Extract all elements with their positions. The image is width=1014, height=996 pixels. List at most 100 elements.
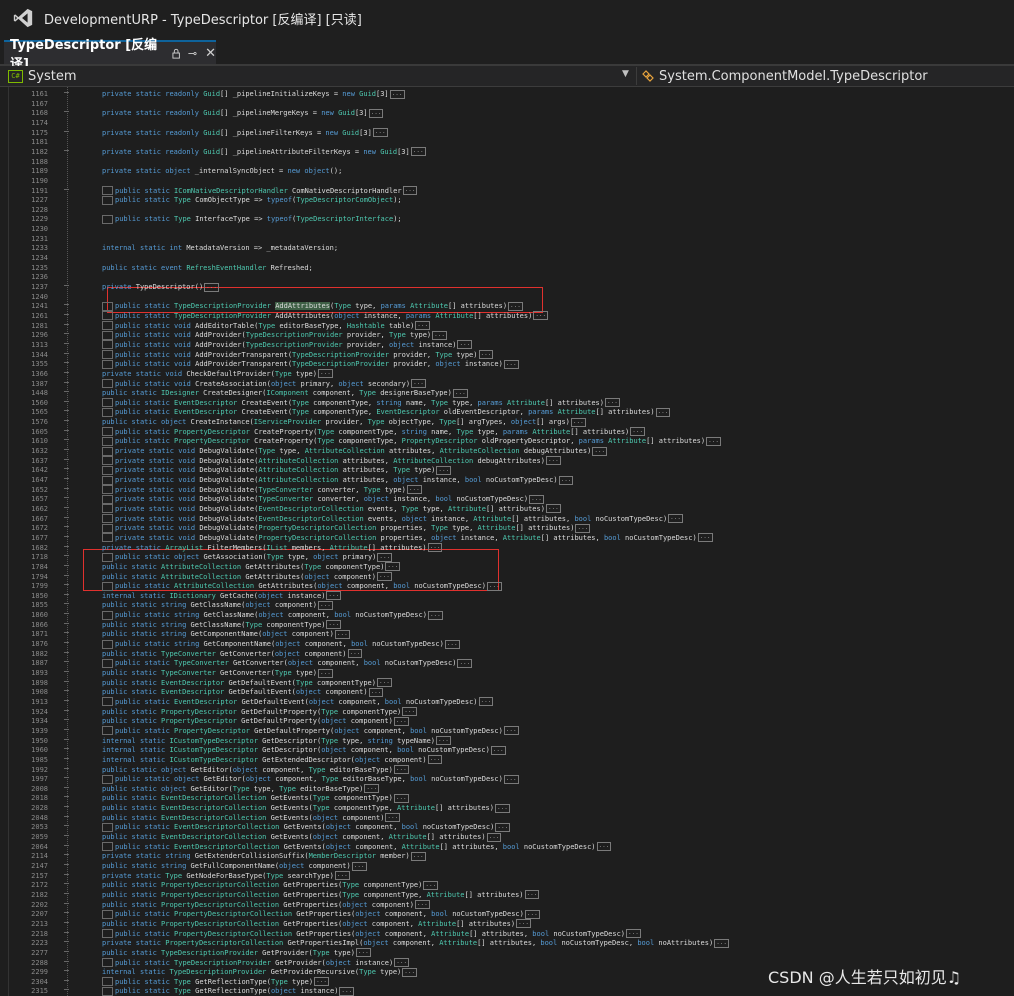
fold-marker[interactable] bbox=[64, 391, 69, 393]
code-editor[interactable]: 1161 private static readonly Guid[] _pipe… bbox=[0, 87, 1014, 996]
code-line[interactable]: 1866 public static string GetClassName(Ty… bbox=[0, 620, 1014, 630]
fold-marker[interactable] bbox=[64, 690, 69, 692]
code-line[interactable]: 1261 public static TypeDescriptionProvide… bbox=[0, 311, 1014, 321]
fold-marker[interactable] bbox=[64, 642, 69, 644]
fold-marker[interactable] bbox=[64, 902, 69, 904]
collapsed-body[interactable]: ... bbox=[478, 350, 494, 360]
collapsed-body[interactable]: ... bbox=[605, 398, 620, 408]
fold-marker[interactable] bbox=[64, 777, 69, 779]
code-line[interactable]: 1939 public static PropertyDescriptor Get… bbox=[0, 726, 1014, 736]
collapsed-body[interactable]: ... bbox=[516, 919, 531, 929]
collapsed-region-marker[interactable] bbox=[102, 359, 113, 369]
collapsed-body[interactable]: ... bbox=[402, 707, 418, 717]
code-line[interactable]: 1876 public static string GetComponentNam… bbox=[0, 639, 1014, 649]
collapsed-region-marker[interactable] bbox=[102, 465, 113, 475]
collapsed-region-marker[interactable] bbox=[102, 610, 113, 620]
collapsed-body[interactable]: ... bbox=[575, 523, 591, 533]
fold-marker[interactable] bbox=[64, 960, 69, 962]
collapsed-body[interactable]: ... bbox=[415, 321, 431, 331]
code-line[interactable]: 1784 public static AttributeCollection Ge… bbox=[0, 562, 1014, 572]
fold-marker[interactable] bbox=[64, 699, 69, 701]
collapsed-body[interactable]: ... bbox=[423, 880, 439, 890]
fold-marker[interactable] bbox=[64, 864, 69, 865]
collapsed-body[interactable]: ... bbox=[503, 359, 519, 369]
code-line[interactable]: 1860 public static string GetClassName(ob… bbox=[0, 610, 1014, 620]
collapsed-body[interactable]: ... bbox=[533, 311, 549, 321]
code-line[interactable]: 2064 public static EventDescriptorCollect… bbox=[0, 842, 1014, 852]
code-line[interactable]: 2114 private static string GetExtenderCol… bbox=[0, 851, 1014, 861]
code-line[interactable]: 1168 private static readonly Guid[] _pipe… bbox=[0, 108, 1014, 118]
fold-marker[interactable] bbox=[64, 449, 69, 451]
fold-marker[interactable] bbox=[64, 757, 69, 759]
code-line[interactable]: 2059 public static EventDescriptorCollect… bbox=[0, 832, 1014, 842]
collapsed-body[interactable]: ... bbox=[318, 668, 333, 678]
collapsed-body[interactable]: ... bbox=[364, 784, 380, 794]
fold-marker[interactable] bbox=[64, 854, 69, 856]
code-line[interactable]: 1610 public static PropertyDescriptor Cre… bbox=[0, 436, 1014, 446]
collapsed-region-marker[interactable] bbox=[102, 504, 113, 514]
collapsed-body[interactable]: ... bbox=[457, 340, 473, 350]
code-line[interactable]: 1281 public static void AddEditorTable(Ty… bbox=[0, 321, 1014, 331]
fold-marker[interactable] bbox=[64, 661, 69, 663]
code-line[interactable]: 2207 public static PropertyDescriptorColl… bbox=[0, 909, 1014, 919]
code-line[interactable]: 1235 public static event RefreshEventHand… bbox=[0, 263, 1014, 273]
fold-marker[interactable] bbox=[64, 806, 69, 808]
fold-marker[interactable] bbox=[64, 352, 69, 354]
collapsed-region-marker[interactable] bbox=[102, 909, 113, 919]
collapsed-body[interactable]: ... bbox=[668, 514, 683, 524]
fold-marker[interactable] bbox=[64, 786, 69, 788]
fold-marker[interactable] bbox=[64, 333, 69, 335]
collapsed-body[interactable]: ... bbox=[495, 822, 511, 832]
code-line[interactable]: 1662 private static void DebugValidate(Ev… bbox=[0, 504, 1014, 514]
document-tab[interactable]: TypeDescriptor [反编译] ⊸ ✕ bbox=[4, 38, 216, 72]
collapsed-body[interactable]: ... bbox=[406, 485, 422, 495]
collapsed-body[interactable]: ... bbox=[402, 967, 418, 977]
code-line[interactable]: 1908 public static EventDescriptor GetDef… bbox=[0, 687, 1014, 697]
fold-marker[interactable] bbox=[64, 468, 69, 470]
fold-marker[interactable] bbox=[64, 439, 69, 441]
collapsed-body[interactable]: ... bbox=[444, 639, 460, 649]
collapsed-body[interactable]: ... bbox=[495, 803, 510, 813]
code-line[interactable]: 1934 public static PropertyDescriptor Get… bbox=[0, 716, 1014, 726]
code-line[interactable]: 1237 private TypeDescriptor()... bbox=[0, 282, 1014, 292]
code-line[interactable]: 1887 public static TypeConverter GetConve… bbox=[0, 658, 1014, 668]
code-line[interactable]: 1191 public static IComNativeDescriptorHa… bbox=[0, 186, 1014, 196]
fold-marker[interactable] bbox=[64, 680, 69, 682]
collapsed-body[interactable]: ... bbox=[524, 890, 540, 900]
code-line[interactable]: 2147 public static string GetFullComponen… bbox=[0, 861, 1014, 871]
collapsed-region-marker[interactable] bbox=[102, 456, 113, 466]
pin-icon[interactable]: ⊸ bbox=[188, 47, 197, 60]
fold-marker[interactable] bbox=[64, 767, 69, 769]
fold-marker[interactable] bbox=[64, 622, 69, 624]
fold-marker[interactable] bbox=[64, 989, 69, 991]
code-line[interactable]: 1230 bbox=[0, 224, 1014, 234]
collapsed-region-marker[interactable] bbox=[102, 301, 113, 311]
collapsed-body[interactable]: ... bbox=[436, 736, 451, 746]
code-line[interactable]: 1647 private static void DebugValidate(At… bbox=[0, 475, 1014, 485]
code-line[interactable]: 1893 public static TypeConverter GetConve… bbox=[0, 668, 1014, 678]
collapsed-body[interactable]: ... bbox=[410, 147, 426, 157]
fold-marker[interactable] bbox=[64, 410, 69, 412]
collapsed-body[interactable]: ... bbox=[326, 620, 342, 630]
code-line[interactable]: 2218 public static PropertyDescriptorColl… bbox=[0, 929, 1014, 939]
collapsed-body[interactable]: ... bbox=[486, 581, 502, 591]
code-line[interactable]: 1871 public static string GetComponentNam… bbox=[0, 629, 1014, 639]
collapsed-body[interactable]: ... bbox=[427, 755, 443, 765]
code-line[interactable]: 1355 public static void AddProviderTransp… bbox=[0, 359, 1014, 369]
fold-marker[interactable] bbox=[64, 516, 69, 518]
code-line[interactable]: 1229 public static Type InterfaceType => … bbox=[0, 214, 1014, 224]
collapsed-body[interactable]: ... bbox=[347, 649, 363, 659]
collapsed-region-marker[interactable] bbox=[102, 929, 113, 939]
code-line[interactable]: 1992 public static object GetEditor(objec… bbox=[0, 765, 1014, 775]
collapsed-body[interactable]: ... bbox=[432, 330, 447, 340]
code-line[interactable]: 1560 public static EventDescriptor Create… bbox=[0, 398, 1014, 408]
fold-marker[interactable] bbox=[64, 545, 69, 547]
collapsed-region-marker[interactable] bbox=[102, 552, 113, 562]
collapsed-body[interactable]: ... bbox=[394, 958, 410, 967]
collapsed-region-marker[interactable] bbox=[102, 726, 113, 736]
fold-marker[interactable] bbox=[64, 835, 69, 837]
collapsed-body[interactable]: ... bbox=[478, 697, 494, 707]
collapsed-region-marker[interactable] bbox=[102, 822, 113, 832]
code-line[interactable]: 1960 internal static ICustomTypeDescripto… bbox=[0, 745, 1014, 755]
fold-marker[interactable] bbox=[64, 92, 69, 93]
